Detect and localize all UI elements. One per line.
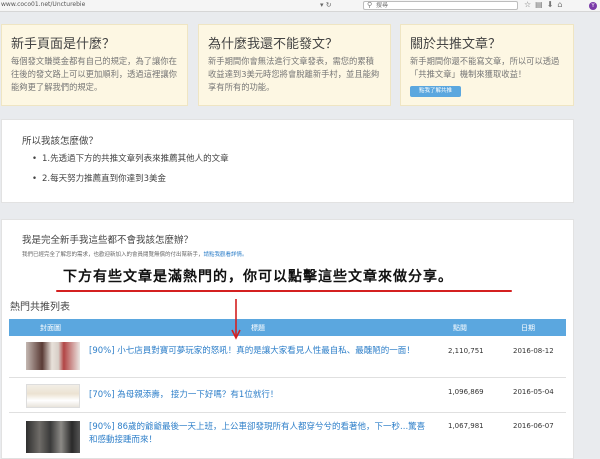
table-row[interactable]: [70%] 為母親添壽， 接力一下好嗎？有1位就行！ 1,096,869 201… <box>9 380 566 413</box>
newbie-help-panel: 我是完全新手我這些都不會我該怎麼辦？ 我們已經完全了解您的需求，也歡迎新加入的會… <box>1 219 574 259</box>
post-date: 2016-05-04 <box>513 388 554 396</box>
annotation-text: 下方有些文章是滿熱門的，你可以點擊這些文章來做分享。 <box>63 269 453 285</box>
url-bar[interactable]: www.coco01.net/Uncturebie <box>1 1 85 8</box>
column-header-cover: 封面圖 <box>40 324 61 332</box>
card-title: 關於共推文章？ <box>410 37 502 52</box>
table-row[interactable]: [90%] 小七店員對寶可夢玩家的怒吼！真的是讓大家看見人性最自私、最醜陋的一面… <box>9 337 566 378</box>
card-title: 為什麼我還不能發文？ <box>208 37 339 52</box>
click-count: 2,110,751 <box>448 347 484 355</box>
down-arrow-icon <box>231 299 241 340</box>
cover-thumbnail[interactable] <box>26 342 80 370</box>
info-card-why-cannot-post: 為什麼我還不能發文？ 新手期間你會無法進行文章發表，需您的累積收益達到3美元時您… <box>198 24 391 106</box>
article-title-link[interactable]: [90%] 小七店員對寶可夢玩家的怒吼！真的是讓大家看見人性最自私、最醜陋的一面… <box>89 345 429 358</box>
steps-list: 1.先透過下方的共推文章列表來推薦其他人的文章 2.每天努力推薦直到你達到3美金 <box>32 152 229 192</box>
browser-search-box[interactable]: ⚲ <box>363 1 518 10</box>
details-link[interactable]: 請點我觀看詳情。 <box>204 252 248 258</box>
article-title-link[interactable]: [90%] 86歲的爺爺最後一天上班，上公車卻發現所有人都穿兮兮的看著他，下一秒… <box>89 421 429 447</box>
search-icon: ⚲ <box>367 1 373 9</box>
annotation-underline <box>56 290 512 292</box>
card-body: 每個發文賺獎金都有自己的規定，為了讓你在往後的發文路上可以更加順利，透過這裡讓你… <box>11 56 177 92</box>
table-header: 封面圖 標題 點閱 日期 <box>9 319 566 336</box>
reload-icon[interactable]: ▾ ↻ <box>320 1 332 9</box>
avatar[interactable]: Y <box>589 2 597 10</box>
list-item: 2.每天努力推薦直到你達到3美金 <box>32 172 229 184</box>
click-count: 1,096,869 <box>448 388 484 396</box>
post-date: 2016-08-12 <box>513 347 554 355</box>
panel-title: 所以我該怎麼做？ <box>22 136 99 147</box>
card-body: 新手期間你還不能寫文章，所以可以透過「共推文章」機制來獲取收益！ <box>410 56 560 79</box>
panel-title: 我是完全新手我這些都不會我該怎麼辦？ <box>22 235 194 246</box>
info-card-about-copromote: 關於共推文章？ 新手期間你還不能寫文章，所以可以透過「共推文章」機制來獲取收益！… <box>400 24 574 106</box>
column-header-title: 標題 <box>251 324 265 332</box>
column-header-date: 日期 <box>521 324 535 332</box>
column-header-clicks: 點閱 <box>453 324 467 332</box>
cover-thumbnail[interactable] <box>26 384 80 408</box>
list-item: 1.先透過下方的共推文章列表來推薦其他人的文章 <box>32 152 229 164</box>
table-row[interactable]: [90%] 86歲的爺爺最後一天上班，上公車卻發現所有人都穿兮兮的看著他，下一秒… <box>9 415 566 459</box>
toolbar-icons[interactable]: ☆▤⬇⌂ <box>524 0 567 9</box>
card-body: 新手期間你會無法進行文章發表，需您的累積收益達到3美元時您將會脫離新手村，並且能… <box>208 56 380 92</box>
click-count: 1,067,981 <box>448 422 484 430</box>
browser-toolbar: www.coco01.net/Uncturebie ▾ ↻ ⚲ ☆▤⬇⌂ Y <box>0 0 600 12</box>
panel-subtitle: 我們已經完全了解您的需求，也歡迎新加入的會員閱覽無償的付出幫新手，請點我觀看詳情… <box>22 250 248 258</box>
article-title-link[interactable]: [70%] 為母親添壽， 接力一下好嗎？有1位就行！ <box>89 389 429 402</box>
hot-list-title: 熱門共推列表 <box>10 302 70 313</box>
learn-copromote-button[interactable]: 點我了解共推 <box>410 86 461 97</box>
what-to-do-panel: 所以我該怎麼做？ 1.先透過下方的共推文章列表來推薦其他人的文章 2.每天努力推… <box>1 119 574 203</box>
subtitle-text: 我們已經完全了解您的需求，也歡迎新加入的會員閱覽無償的付出幫新手， <box>22 252 204 258</box>
cover-thumbnail[interactable] <box>26 421 80 453</box>
card-title: 新手頁面是什麼？ <box>11 37 116 52</box>
post-date: 2016-06-07 <box>513 422 554 430</box>
search-input[interactable] <box>376 2 516 9</box>
info-card-newbie-page: 新手頁面是什麼？ 每個發文賺獎金都有自己的規定，為了讓你在往後的發文路上可以更加… <box>1 24 188 106</box>
